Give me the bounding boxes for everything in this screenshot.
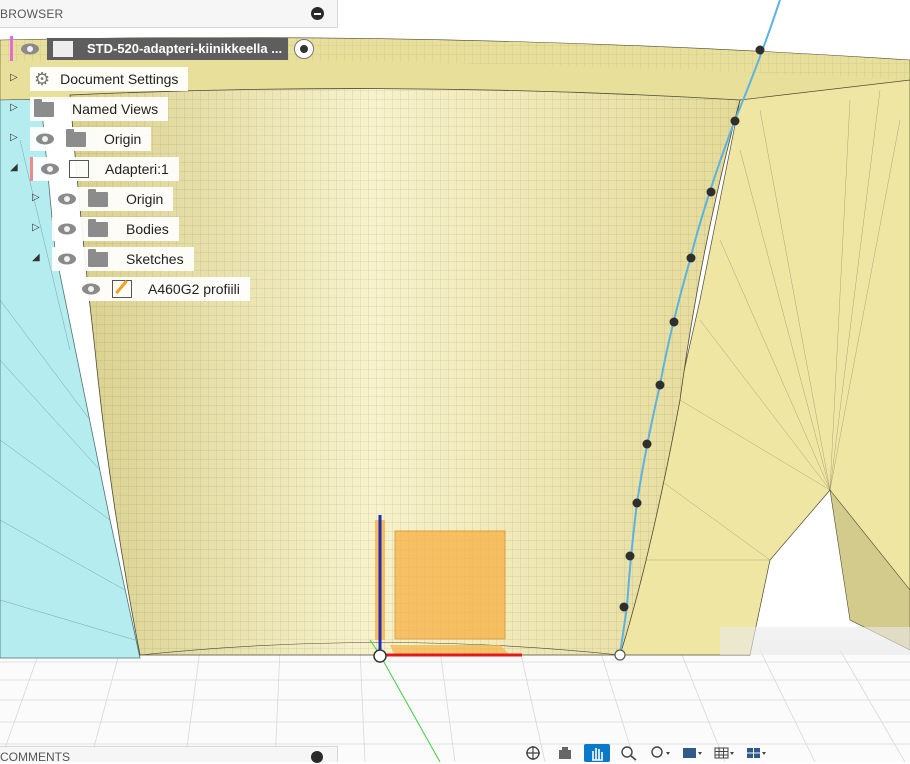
add-comment-icon[interactable] [311,751,323,763]
component-marker [30,157,33,181]
tree-item-sketch-profile[interactable]: A460G2 profiili [76,277,250,301]
eye-icon[interactable] [80,282,102,296]
tree-item-label: Sketches [126,251,184,267]
eye-icon[interactable] [56,192,78,206]
eye-icon[interactable] [39,162,61,176]
active-marker [10,36,13,61]
folder-icon [88,218,108,237]
eye-icon[interactable] [19,42,41,56]
tree-item-label: Bodies [126,221,169,237]
navigation-toolbar [520,744,820,762]
document-icon [53,40,73,57]
tree-item-origin[interactable]: Origin [30,127,152,151]
expand-icon[interactable]: ▷ [10,132,18,143]
eye-icon[interactable] [56,222,78,236]
browser-title: BROWSER [0,7,64,21]
tree-item-bodies[interactable]: Bodies [52,217,179,241]
expand-icon[interactable]: ▷ [32,192,40,203]
collapse-tree-icon[interactable]: ◢ [32,252,40,263]
comments-panel-header[interactable]: COMMENTS [0,746,338,764]
folder-icon [34,98,54,117]
sketch-icon [112,279,132,298]
viewports-icon[interactable] [744,744,770,762]
look-at-icon[interactable] [552,744,578,762]
grid-icon[interactable] [712,744,738,762]
zoom-icon[interactable] [616,744,642,762]
collapse-tree-icon[interactable]: ◢ [10,162,18,173]
tree-item-adapteri[interactable]: Adapteri:1 [30,157,179,181]
folder-icon [66,128,86,147]
tree-item-label: A460G2 profiili [148,281,240,297]
component-icon [69,160,89,178]
tree-item-document-settings[interactable]: ⚙ Document Settings [30,67,189,91]
eye-icon[interactable] [34,132,56,146]
tree-item-label: Origin [104,131,142,147]
expand-icon[interactable]: ▷ [10,72,18,83]
gear-icon: ⚙ [34,68,51,89]
browser-panel-header[interactable]: BROWSER [0,0,338,28]
folder-icon [88,248,108,267]
tree-item-label: Document Settings [60,71,179,87]
root-document-label-box[interactable]: STD-520-adapteri-kiinikkeella ... [47,37,289,60]
tree-item-label: Adapteri:1 [105,161,169,177]
activate-radio-icon[interactable] [294,38,315,59]
fit-icon[interactable] [648,744,674,762]
tree-item-sketches[interactable]: Sketches [52,247,194,271]
tree-item-named-views[interactable]: Named Views [30,97,169,121]
expand-icon[interactable]: ▷ [32,222,40,233]
tree-item-label: Origin [126,191,164,207]
pan-icon[interactable] [584,744,610,762]
tree-item-component-origin[interactable]: Origin [52,187,174,211]
root-document-label: STD-520-adapteri-kiinikkeella ... [87,41,283,56]
eye-icon[interactable] [56,252,78,266]
folder-icon [88,188,108,207]
tree-item-label: Named Views [72,101,159,117]
display-mode-icon[interactable] [680,744,706,762]
collapse-icon[interactable] [311,7,324,20]
orbit-icon[interactable] [520,744,546,762]
expand-icon[interactable]: ▷ [10,102,18,113]
browser-root-row[interactable]: STD-520-adapteri-kiinikkeella ... [10,36,315,61]
